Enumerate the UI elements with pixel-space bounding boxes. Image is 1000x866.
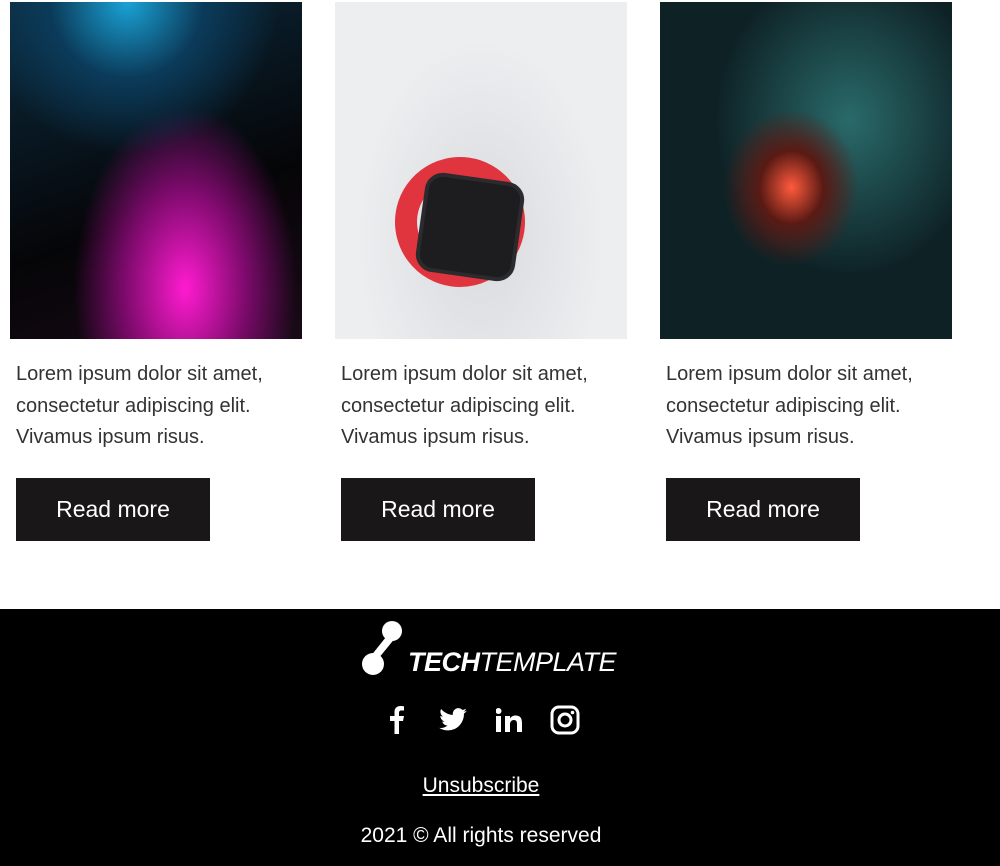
footer: TECHTEMPLATE Unsubscribe 2021 © All righ… — [0, 609, 1000, 866]
instagram-icon[interactable] — [548, 703, 581, 736]
product-card: Lorem ipsum dolor sit amet, consectetur … — [335, 2, 627, 541]
linkedin-icon[interactable] — [492, 703, 525, 736]
smartwatch-image — [335, 2, 627, 339]
read-more-button[interactable]: Read more — [666, 478, 860, 541]
gaming-keyboard-image — [10, 2, 302, 339]
copyright-text: 2021 © All rights reserved — [360, 824, 602, 847]
card-text: Lorem ipsum dolor sit amet, consectetur … — [341, 363, 588, 448]
product-card: Lorem ipsum dolor sit amet, consectetur … — [10, 2, 302, 541]
game-controller-image — [660, 2, 952, 339]
product-card: Lorem ipsum dolor sit amet, consectetur … — [660, 2, 952, 541]
twitter-icon[interactable] — [436, 703, 469, 736]
read-more-button[interactable]: Read more — [16, 478, 210, 541]
logo-light: TEMPLATE — [479, 647, 617, 677]
social-links — [380, 703, 581, 736]
card-text: Lorem ipsum dolor sit amet, consectetur … — [666, 363, 913, 448]
card-text: Lorem ipsum dolor sit amet, consectetur … — [16, 363, 263, 448]
facebook-icon[interactable] — [380, 703, 413, 736]
logo-mark-icon — [362, 621, 402, 675]
logo-bold: TECH — [408, 647, 480, 677]
read-more-button[interactable]: Read more — [341, 478, 535, 541]
unsubscribe-link[interactable]: Unsubscribe — [0, 774, 962, 798]
logo[interactable]: TECHTEMPLATE — [362, 619, 617, 677]
